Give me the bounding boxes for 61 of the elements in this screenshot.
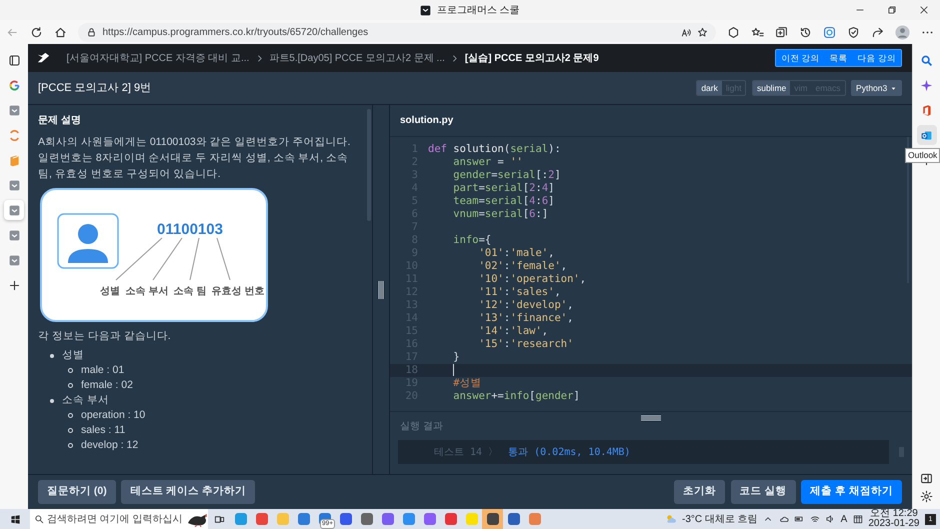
code-line: '10':'operation', <box>478 273 586 286</box>
code-line: '14':'law', <box>478 325 548 338</box>
code-line: vnum=serial[6:] <box>452 208 548 221</box>
code-line: def solution(serial): <box>428 143 561 156</box>
list-item: sales : 11 <box>81 422 126 438</box>
figure-label: 성별 <box>100 286 120 297</box>
weather-text: -3°C 대체로 흐림 <box>682 512 758 526</box>
breadcrumb-link[interactable]: [서울여자대학교] PCCE 자격증 대비 교... <box>66 50 250 66</box>
window-title: 프로그래머스 스쿨 <box>436 4 520 18</box>
code-line: '02':'female', <box>478 260 568 273</box>
breadcrumb-link[interactable]: [실습] PCCE 모의고사2 문제9 <box>464 50 599 66</box>
nav-button[interactable]: 다음 강의 <box>852 50 901 66</box>
list-item: male : 01 <box>81 362 124 378</box>
file-tab[interactable]: solution.py <box>400 113 454 128</box>
figure-label: 유효성 번호 <box>212 286 264 297</box>
input-indicator[interactable]: A <box>840 512 848 526</box>
list-item: 성별 <box>62 348 84 363</box>
action-button[interactable]: 초기화 <box>674 480 726 504</box>
code-line: '11':'sales', <box>478 286 561 299</box>
code-line: '13':'finance', <box>478 312 574 325</box>
line-number: 18 <box>404 364 418 377</box>
code-line: gender=serial[:2] <box>452 169 561 182</box>
code-line: team=serial[4:6] <box>452 195 554 208</box>
list-item: 소속 부서 <box>62 392 109 408</box>
toggle-option[interactable]: sublime <box>752 81 790 95</box>
test-result: 통과 (0.02ms, 10.4MB) <box>508 446 630 460</box>
test-label: 테스트 14 〉 <box>434 446 498 460</box>
nav-button[interactable]: 이전 강의 <box>776 50 825 66</box>
code-line: answer+=info[gender] <box>452 390 580 403</box>
figure-label: 소속 부서 <box>126 286 168 297</box>
code-line: part=serial[2:4] <box>452 182 554 195</box>
code-line: '15':'research' <box>478 338 574 351</box>
action-button[interactable]: 질문하기 (0) <box>38 480 116 504</box>
serial-number: 01100103 <box>157 221 223 238</box>
code-line: '01':'male', <box>478 247 554 260</box>
toggle-option[interactable]: dark <box>697 81 722 95</box>
clock-time: 오전 12:29 <box>869 509 919 519</box>
nav-button[interactable]: 목록 <box>824 50 853 66</box>
tooltip: Outlook <box>905 148 940 163</box>
action-button[interactable]: 코드 실행 <box>730 480 796 504</box>
action-button[interactable]: 테스트 케이스 추가하기 <box>121 480 256 504</box>
code-line: '12':'develop', <box>478 299 574 312</box>
section-label: 실행 결과 <box>400 420 443 434</box>
language-dropdown[interactable]: Python3 <box>851 80 902 96</box>
list-item: female : 02 <box>81 378 133 393</box>
action-button[interactable]: 제출 후 채점하기 <box>801 480 902 504</box>
address-bar[interactable]: https://campus.programmers.co.kr/tryouts/65720/challenges <box>78 22 716 42</box>
list-item: develop : 12 <box>81 438 138 453</box>
problem-title: [PCCE 모의고사 2] 9번 <box>38 80 152 96</box>
clock-date: 2023-01-29 <box>868 519 920 529</box>
code-line: #성별 <box>452 377 482 390</box>
search-field[interactable]: 검색하려면 여기에 입력하십시 <box>30 509 208 529</box>
code-line: answer = '' <box>452 156 523 169</box>
description-text: A회사의 사원들에게는 01100103와 같은 일련번호가 주어집니다. 일련번호는 8자리이며 순서대로 두 자리씩 성별, 소속 부서, 소속 팀, 유효성 번호로 구성되어 있습니다. <box>38 135 352 182</box>
code-line: } <box>452 351 460 364</box>
list-item: operation : 10 <box>81 408 146 423</box>
figure-label: 소속 팀 <box>174 286 206 297</box>
breadcrumb-link[interactable]: 파트5.[Day05] PCCE 모의고사2 문제 ... <box>269 50 445 66</box>
section-heading: 문제 설명 <box>38 114 82 128</box>
code-line: info={ <box>452 234 492 247</box>
description-text: 각 정보는 다음과 같습니다. <box>38 329 172 344</box>
